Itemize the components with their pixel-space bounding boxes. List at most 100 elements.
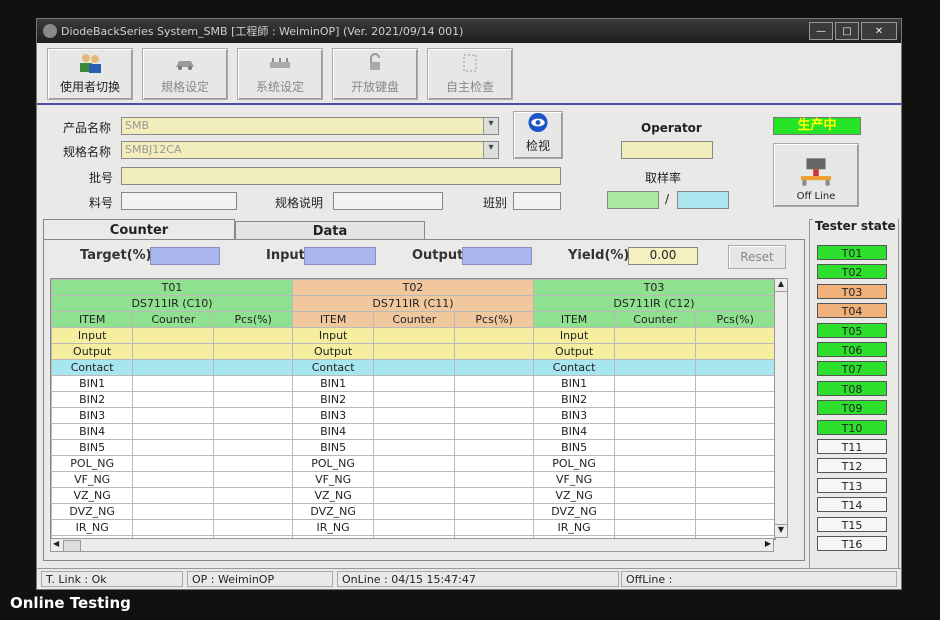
tester-chip-t13[interactable]: T13 (817, 477, 887, 493)
tester-chip-t07[interactable]: T07 (817, 361, 887, 377)
car-icon (176, 61, 194, 70)
open-keyboard-button[interactable]: 开放键盘 (332, 48, 418, 100)
yield-label: Yield(%) (568, 248, 630, 263)
scroll-thumb[interactable] (63, 540, 81, 552)
grid-pcs-cell (454, 519, 534, 536)
tester-chip-t10[interactable]: T10 (817, 419, 887, 435)
grid-pcs-cell (213, 359, 293, 376)
grid-counter-cell (614, 343, 697, 360)
grid-item-cell: Contact (532, 359, 616, 376)
settings-icon (270, 58, 290, 68)
sampling-numerator[interactable] (607, 191, 659, 209)
tester-chip-t09[interactable]: T09 (817, 400, 887, 416)
lot-input[interactable] (121, 167, 561, 185)
grid-column-header: ITEM (532, 311, 616, 328)
grid-pcs-cell (695, 391, 775, 408)
offline-status: OffLine : (621, 571, 897, 587)
tester-chip-t01[interactable]: T01 (817, 245, 887, 260)
grid-pcs-cell (454, 471, 534, 488)
yield-field: 0.00 (628, 247, 698, 265)
scroll-right-arrow[interactable]: ▶ (765, 539, 771, 548)
tester-chip-t02[interactable]: T02 (817, 264, 887, 280)
input-label: Input (266, 248, 305, 263)
maximize-button[interactable]: □ (835, 22, 859, 40)
grid-pcs-cell (213, 343, 293, 360)
grid-counter-cell (132, 487, 215, 504)
grid-item-cell: BIN5 (51, 439, 134, 456)
scroll-up-arrow[interactable]: ▲ (775, 279, 787, 292)
system-settings-button[interactable]: 系统设定 (237, 48, 323, 100)
grid-item-cell: POL_NG (532, 455, 616, 472)
grid-counter-cell (373, 455, 456, 472)
horizontal-scrollbar[interactable]: ◀ ▶ (50, 538, 774, 552)
product-select[interactable]: SMB (121, 117, 499, 135)
grid-tester-id: T01 (51, 279, 293, 296)
grid-counter-cell (373, 375, 456, 392)
part-input[interactable] (121, 192, 237, 210)
online-status: OnLine : 04/15 15:47:47 (337, 571, 619, 587)
tester-chip-t12[interactable]: T12 (817, 458, 887, 474)
minimize-button[interactable]: — (809, 22, 833, 40)
spec-settings-button[interactable]: 規格设定 (142, 48, 228, 100)
status-badge: 生产中 (773, 117, 861, 135)
title-bar: DiodeBackSeries System_SMB [工程師 : Weimin… (37, 19, 901, 43)
counter-panel: Target(%) Input Output Yield(%) 0.00 Res… (43, 239, 805, 561)
tester-chip-t05[interactable]: T05 (817, 322, 887, 338)
grid-counter-cell (132, 439, 215, 456)
grid-counter-cell (614, 423, 697, 440)
tester-chip-t08[interactable]: T08 (817, 380, 887, 396)
tab-counter[interactable]: Counter (43, 219, 235, 240)
operator-input[interactable] (621, 141, 713, 159)
operator-label: Operator (641, 121, 702, 135)
spec-desc-input[interactable] (333, 192, 443, 210)
tester-chip-t06[interactable]: T06 (817, 342, 887, 357)
switch-user-button[interactable]: 使用者切换 (47, 48, 133, 100)
vertical-scrollbar[interactable]: ▲ ▼ (774, 278, 788, 538)
scroll-left-arrow[interactable]: ◀ (53, 539, 59, 548)
output-field (462, 247, 532, 265)
spec-select[interactable]: SMBJ12CA (121, 141, 499, 159)
output-label: Output (412, 248, 464, 263)
target-label: Target(%) (80, 248, 152, 263)
tester-chip-t14[interactable]: T14 (817, 497, 887, 513)
tester-chip-t11[interactable]: T11 (817, 439, 887, 454)
grid-item-cell: VZ_NG (532, 487, 616, 504)
grid-pcs-cell (213, 391, 293, 408)
tester-chip-t15[interactable]: T15 (817, 516, 887, 532)
scroll-down-arrow[interactable]: ▼ (775, 524, 787, 537)
grid-column-header: Counter (614, 311, 697, 328)
grid-counter-cell (614, 455, 697, 472)
table-row: BIN2 BIN2 BIN2 (51, 391, 775, 408)
shift-input[interactable] (513, 192, 561, 210)
lot-label: 批号 (89, 171, 114, 185)
self-check-label: 自主检查 (445, 80, 494, 94)
tester-chip-t16[interactable]: T16 (817, 536, 887, 551)
tab-data[interactable]: Data (235, 221, 425, 240)
reset-button[interactable]: Reset (728, 245, 786, 269)
grid-item-cell: POL_NG (51, 455, 134, 472)
self-check-button[interactable]: 自主检查 (427, 48, 513, 100)
target-field[interactable] (150, 247, 220, 265)
grid-tester-model: DS711IR (C11) (291, 295, 534, 312)
grid-counter-cell (132, 471, 215, 488)
grid-pcs-cell (454, 439, 534, 456)
grid-counter-cell (614, 519, 697, 536)
grid-pcs-cell (454, 503, 534, 520)
offline-button[interactable]: Off Line (773, 143, 859, 207)
grid-item-cell: VF_NG (532, 471, 616, 488)
tester-chip-t03[interactable]: T03 (817, 283, 887, 299)
grid-pcs-cell (454, 327, 534, 344)
grid-item-cell: BIN4 (532, 423, 616, 440)
caption: Online Testing (10, 594, 131, 612)
spec-desc-label: 规格说明 (275, 196, 324, 210)
tester-chip-t04[interactable]: T04 (817, 303, 887, 319)
grid-column-header: Pcs(%) (695, 311, 775, 328)
close-button[interactable]: ✕ (861, 22, 897, 40)
grid-pcs-cell (695, 519, 775, 536)
view-button[interactable]: 检视 (513, 111, 563, 159)
grid-item-cell: BIN2 (532, 391, 616, 408)
grid-pcs-cell (454, 375, 534, 392)
sampling-denominator[interactable] (677, 191, 729, 209)
grid-counter-cell (373, 359, 456, 376)
grid-item-cell: VF_NG (51, 471, 134, 488)
